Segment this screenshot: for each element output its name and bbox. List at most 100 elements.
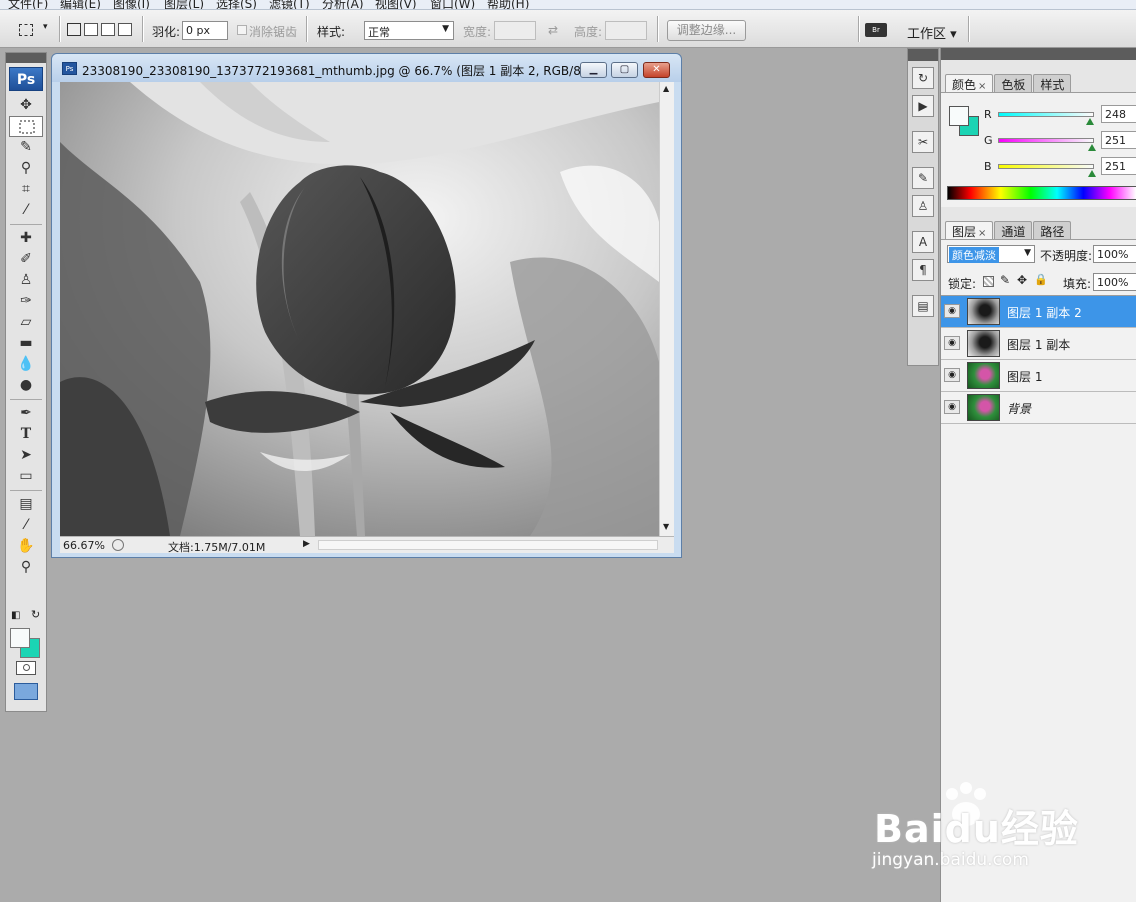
value-g-input[interactable]: 251 — [1101, 131, 1136, 149]
opacity-input[interactable]: 100% — [1093, 245, 1136, 263]
blur-tool-icon[interactable]: 💧 — [9, 354, 43, 375]
zoom-level[interactable]: 66.67% — [63, 539, 105, 552]
menu-filter[interactable]: 滤镜(T) — [269, 0, 310, 9]
slider-track-r[interactable] — [998, 112, 1094, 117]
document-titlebar[interactable]: Ps 23308190_23308190_1373772193681_mthum… — [52, 54, 681, 82]
panel-fg-swatch[interactable] — [949, 106, 969, 126]
antialias-checkbox[interactable] — [237, 25, 247, 35]
menu-select[interactable]: 选择(S) — [216, 0, 257, 9]
screen-mode-icon[interactable] — [14, 683, 38, 700]
slider-green[interactable]: G 251 — [941, 131, 1136, 153]
menu-analysis[interactable]: 分析(A) — [322, 0, 364, 9]
eye-icon[interactable]: ◉ — [944, 304, 960, 318]
zoom-tool-icon[interactable]: ⚲ — [9, 557, 43, 578]
menu-help[interactable]: 帮助(H) — [487, 0, 529, 9]
menu-view[interactable]: 视图(V) — [375, 0, 417, 9]
status-options-icon[interactable] — [112, 539, 124, 551]
lasso-tool-icon[interactable]: ✎ — [9, 137, 43, 158]
lock-all-icon[interactable]: 🔒 — [1034, 273, 1048, 286]
subtract-from-selection-icon[interactable] — [101, 23, 115, 36]
paragraph-panel-icon[interactable]: ¶ — [912, 259, 934, 281]
dodge-tool-icon[interactable]: ● — [9, 375, 43, 396]
eyedropper-tool-icon[interactable]: ⁄ — [9, 515, 43, 536]
height-input[interactable] — [605, 21, 647, 40]
new-selection-icon[interactable] — [67, 23, 81, 36]
scroll-up-icon[interactable]: ▲ — [663, 84, 669, 93]
value-b-input[interactable]: 251 — [1101, 157, 1136, 175]
menu-edit[interactable]: 编辑(E) — [60, 0, 101, 9]
vertical-scrollbar[interactable]: ▲ ▼ — [659, 82, 674, 536]
move-tool-icon[interactable]: ✥ — [9, 95, 43, 116]
menu-layer[interactable]: 图层(L) — [164, 0, 204, 9]
panel-header[interactable] — [941, 48, 1136, 60]
actions-panel-icon[interactable]: ▶ — [912, 95, 934, 117]
minimize-icon[interactable]: ▁ — [580, 62, 607, 78]
character-panel-icon[interactable]: A — [912, 231, 934, 253]
eraser-tool-icon[interactable]: ▱ — [9, 312, 43, 333]
style-select[interactable]: 正常 ▼ — [364, 21, 454, 40]
quick-selection-tool-icon[interactable]: ⚲ — [9, 158, 43, 179]
slider-knob-r[interactable] — [1086, 118, 1094, 125]
refine-edge-button[interactable]: 调整边缘... — [667, 20, 746, 41]
type-tool-icon[interactable]: T — [9, 424, 43, 445]
shape-tool-icon[interactable]: ▭ — [9, 466, 43, 487]
notes-panel-icon[interactable]: ▤ — [912, 295, 934, 317]
status-menu-arrow-icon[interactable]: ▶ — [303, 539, 310, 549]
lock-pixels-icon[interactable]: ✎ — [1000, 273, 1010, 287]
history-brush-tool-icon[interactable]: ✑ — [9, 291, 43, 312]
lock-position-icon[interactable]: ✥ — [1017, 273, 1027, 287]
menu-window[interactable]: 窗口(W) — [430, 0, 475, 9]
marquee-tool-preset-picker[interactable]: ▾ — [15, 20, 53, 40]
dock-header[interactable] — [908, 49, 938, 61]
slider-knob-b[interactable] — [1088, 170, 1096, 177]
layer-row[interactable]: ◉ 背景 — [941, 392, 1136, 424]
fill-input[interactable]: 100% — [1093, 273, 1136, 291]
swap-icon[interactable]: ⇄ — [548, 23, 558, 37]
layer-row[interactable]: ◉ 图层 1 副本 — [941, 328, 1136, 360]
value-r-input[interactable]: 248 — [1101, 105, 1136, 123]
crop-tool-icon[interactable]: ⌗ — [9, 179, 43, 200]
spot-healing-tool-icon[interactable]: ✚ — [9, 228, 43, 249]
history-panel-icon[interactable]: ↻ — [912, 67, 934, 89]
add-to-selection-icon[interactable] — [84, 23, 98, 36]
slider-blue[interactable]: B 251 — [941, 157, 1136, 179]
layer-row[interactable]: ◉ 图层 1 副本 2 — [941, 296, 1136, 328]
toolbox-grip[interactable] — [6, 53, 46, 63]
tab-styles[interactable]: 样式 — [1033, 74, 1072, 92]
tab-channels[interactable]: 通道 — [994, 221, 1033, 239]
pen-tool-icon[interactable]: ✒ — [9, 403, 43, 424]
tab-color[interactable]: 颜色 × — [945, 74, 994, 92]
swap-colors-icon[interactable]: ↻ — [31, 608, 40, 621]
eye-icon[interactable]: ◉ — [944, 400, 960, 414]
notes-tool-icon[interactable]: ▤ — [9, 494, 43, 515]
width-input[interactable] — [494, 21, 536, 40]
brushes-panel-icon[interactable]: ✎ — [912, 167, 934, 189]
brush-tool-icon[interactable]: ✐ — [9, 249, 43, 270]
layer-row[interactable]: ◉ 图层 1 — [941, 360, 1136, 392]
slider-red[interactable]: R 248 — [941, 105, 1136, 127]
rect-marquee-tool-icon[interactable] — [9, 116, 43, 137]
tool-presets-icon[interactable]: ✂ — [912, 131, 934, 153]
default-colors-icon[interactable]: ◧ — [11, 610, 20, 621]
eye-icon[interactable]: ◉ — [944, 368, 960, 382]
tab-layers[interactable]: 图层 × — [945, 221, 994, 239]
clone-source-icon[interactable]: ♙ — [912, 195, 934, 217]
close-icon[interactable]: ✕ — [643, 62, 670, 78]
slider-knob-g[interactable] — [1088, 144, 1096, 151]
slice-tool-icon[interactable]: ⁄ — [9, 200, 43, 221]
workspace-menu[interactable]: 工作区 ▾ — [907, 23, 957, 42]
quick-mask-icon[interactable] — [16, 661, 36, 675]
slider-track-b[interactable] — [998, 164, 1094, 169]
scroll-down-icon[interactable]: ▼ — [663, 522, 669, 531]
menu-file[interactable]: 文件(F) — [8, 0, 48, 9]
blend-mode-select[interactable]: 颜色减淡 ▼ — [947, 245, 1035, 263]
intersect-selection-icon[interactable] — [118, 23, 132, 36]
slider-track-g[interactable] — [998, 138, 1094, 143]
feather-input[interactable]: 0 px — [182, 21, 228, 40]
menu-image[interactable]: 图像(I) — [113, 0, 150, 9]
lock-transparent-icon[interactable] — [983, 276, 994, 287]
bridge-icon[interactable]: Br — [865, 23, 887, 37]
eye-icon[interactable]: ◉ — [944, 336, 960, 350]
image-canvas[interactable] — [60, 82, 659, 536]
clone-stamp-tool-icon[interactable]: ♙ — [9, 270, 43, 291]
